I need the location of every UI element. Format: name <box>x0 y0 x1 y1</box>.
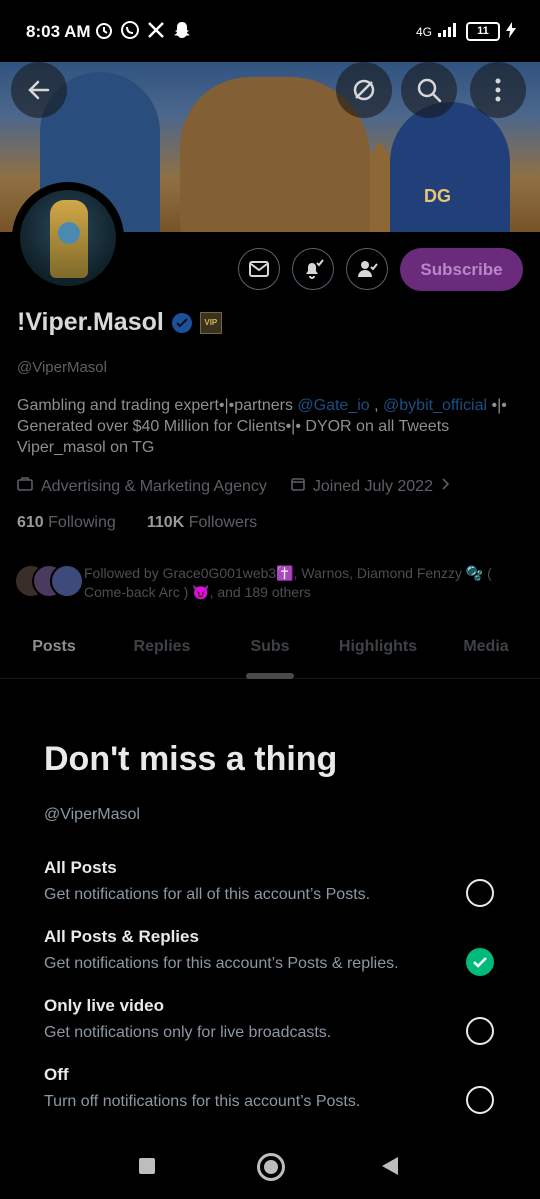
message-button[interactable] <box>238 248 280 290</box>
sheet-drag-handle[interactable] <box>246 673 294 679</box>
notification-bell-button[interactable] <box>292 248 334 290</box>
option-title: All Posts & Replies <box>44 927 199 946</box>
tab-media[interactable]: Media <box>432 630 540 678</box>
bio-link-bybit[interactable]: @bybit_official <box>383 397 487 414</box>
profile-handle: @ViperMasol <box>17 359 107 376</box>
radio-all-posts[interactable] <box>466 879 494 907</box>
follow-counts: 610 Following 110K Followers <box>17 514 257 532</box>
option-description: Turn off notifications for this account’… <box>44 1093 361 1110</box>
recents-button[interactable] <box>139 1158 155 1174</box>
snapchat-icon <box>172 20 192 40</box>
followers-link[interactable]: 110K Followers <box>147 514 257 531</box>
whatsapp-icon <box>120 20 140 40</box>
charging-icon <box>506 22 516 41</box>
followers-count: 110K <box>146 514 185 531</box>
option-description: Get notifications only for live broadcas… <box>44 1024 332 1041</box>
following-button[interactable] <box>346 248 388 290</box>
bio-separator: , <box>369 397 384 414</box>
option-all-posts[interactable]: All Posts Get notifications for all of t… <box>44 858 504 904</box>
sheet-handle: @ViperMasol <box>44 806 140 823</box>
signal-icon <box>438 23 460 40</box>
tab-highlights[interactable]: Highlights <box>324 630 432 678</box>
profile-bio: Gambling and trading expert•|•partners @… <box>17 395 517 458</box>
banner-dg-text: DG <box>424 186 451 206</box>
profile-meta: Advertising & Marketing Agency Joined Ju… <box>17 477 451 496</box>
option-description: Get notifications for this account’s Pos… <box>44 955 399 972</box>
bio-text: Gambling and trading expert•|•partners <box>17 397 298 414</box>
option-title: All Posts <box>44 858 117 877</box>
option-title: Only live video <box>44 996 164 1015</box>
option-description: Get notifications for all of this accoun… <box>44 886 371 903</box>
profile-name-row: !Viper.Masol VIP <box>17 308 222 337</box>
arrow-left-icon <box>28 80 50 100</box>
envelope-icon <box>249 261 269 277</box>
network-label: 4G <box>415 24 432 39</box>
profile-joined: Joined July 2022 <box>312 477 433 495</box>
option-only-live-video[interactable]: Only live video Get notifications only f… <box>44 996 504 1042</box>
person-check-icon <box>358 261 378 277</box>
following-count: 610 <box>17 514 44 531</box>
sheet-title: Don't miss a thing <box>44 740 338 778</box>
tab-subs[interactable]: Subs <box>216 630 324 678</box>
calendar-icon <box>291 477 305 496</box>
followed-by-text: Followed by Grace0G001web3✝️, Warnos, Di… <box>84 565 492 600</box>
x-logo-icon <box>146 20 166 40</box>
bell-check-icon <box>306 259 324 279</box>
system-indicators: 4G 11 <box>416 22 516 41</box>
avatar[interactable] <box>12 182 124 294</box>
notification-icons <box>94 20 192 40</box>
verified-badge-icon[interactable] <box>171 312 192 333</box>
affiliate-badge-icon[interactable]: VIP <box>199 311 222 334</box>
tab-posts[interactable]: Posts <box>0 630 108 678</box>
radio-off[interactable] <box>466 1086 494 1114</box>
radio-only-live-video[interactable] <box>466 1017 494 1045</box>
option-title: Off <box>44 1065 69 1084</box>
tab-replies[interactable]: Replies <box>108 630 216 678</box>
back-nav-button[interactable] <box>382 1157 398 1175</box>
profile-name: !Viper.Masol <box>17 308 164 336</box>
radio-all-posts-replies[interactable] <box>466 948 494 976</box>
status-bar: 8:03 AM 4G 11 <box>0 0 540 62</box>
checkmark-icon <box>473 957 487 968</box>
status-time: 8:03 AM <box>26 22 91 41</box>
followed-by[interactable]: Followed by Grace0G001web3✝️, Warnos, Di… <box>14 562 524 602</box>
home-button[interactable] <box>257 1153 285 1181</box>
profile-tabs: Posts Replies Subs Highlights Media <box>0 630 540 679</box>
briefcase-icon <box>17 477 33 496</box>
grok-icon <box>353 79 375 101</box>
avatar-face <box>58 222 80 244</box>
followers-label: Followers <box>188 514 258 531</box>
grok-button[interactable] <box>336 62 392 118</box>
profile-category: Advertising & Marketing Agency <box>41 477 267 495</box>
bio-link-gate[interactable]: @Gate_io <box>297 397 369 414</box>
subscribe-button[interactable]: Subscribe <box>400 248 523 291</box>
search-button[interactable] <box>401 62 457 118</box>
more-options-button[interactable] <box>470 62 526 118</box>
more-vertical-icon <box>495 78 501 102</box>
following-label: Following <box>48 514 116 531</box>
avatar-image <box>20 190 116 286</box>
search-icon <box>417 78 442 103</box>
follower-avatar-3 <box>50 564 84 598</box>
alarm-icon <box>94 20 114 40</box>
chevron-right-icon[interactable] <box>441 477 451 496</box>
option-off[interactable]: Off Turn off notifications for this acco… <box>44 1065 504 1111</box>
back-button[interactable] <box>11 62 67 118</box>
battery-icon: 11 <box>466 22 500 41</box>
option-all-posts-replies[interactable]: All Posts & Replies Get notifications fo… <box>44 927 504 973</box>
following-link[interactable]: 610 Following <box>17 514 116 531</box>
